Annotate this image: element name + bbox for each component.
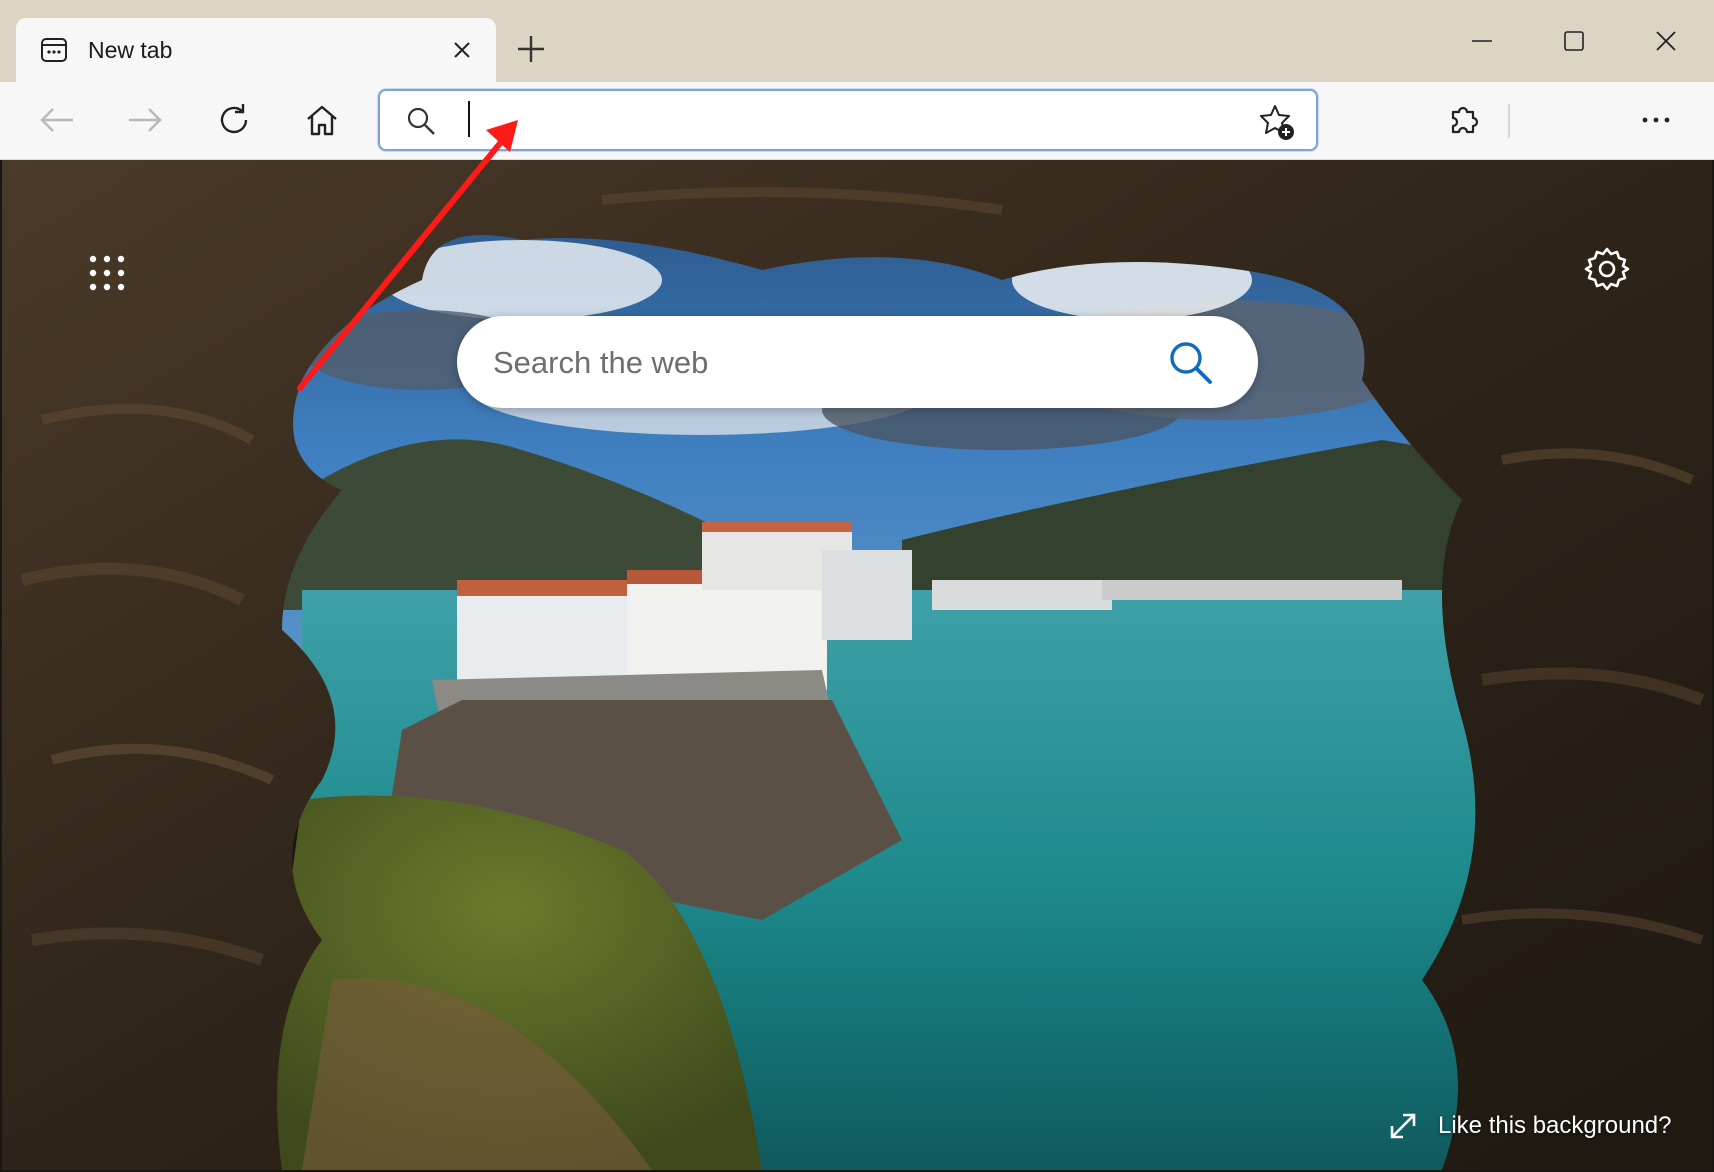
maximize-button[interactable] [1544,20,1604,62]
home-icon [307,105,337,136]
more-menu-button[interactable] [1633,97,1679,143]
tab-title: New tab [88,36,173,63]
web-search-box[interactable] [457,316,1258,408]
maximize-icon [1564,31,1584,51]
extensions-button[interactable] [1440,97,1486,143]
plus-icon [518,36,544,62]
add-favorite-icon[interactable] [1258,103,1296,141]
title-bar: New tab [0,0,1714,82]
address-bar[interactable] [378,89,1318,151]
refresh-button[interactable] [211,97,257,143]
browser-toolbar [0,82,1714,160]
close-tab-icon[interactable] [446,34,478,66]
like-background-label: Like this background? [1438,1112,1672,1139]
forward-arrow-icon [129,108,162,132]
expand-icon [1390,1113,1416,1139]
extensions-icon [1451,106,1479,134]
like-background-button[interactable]: Like this background? [1388,1106,1671,1146]
text-caret [468,101,470,137]
background-image [2,160,1712,1170]
minimize-icon [1472,40,1492,42]
refresh-icon [220,104,248,134]
search-icon [407,107,435,135]
new-tab-page-icon [38,34,70,66]
new-tab-button[interactable] [512,30,550,68]
search-icon[interactable] [1166,338,1214,386]
apps-grid-icon[interactable] [82,248,132,298]
home-button[interactable] [299,97,345,143]
minimize-button[interactable] [1452,20,1512,62]
web-search-input[interactable] [491,336,1155,390]
more-menu-icon [1642,117,1670,123]
back-arrow-icon [40,108,73,132]
address-input[interactable] [466,97,1230,145]
new-tab-page: Like this background? [2,160,1712,1170]
settings-gear-icon[interactable] [1582,244,1632,294]
close-window-button[interactable] [1636,20,1696,62]
active-tab[interactable]: New tab [16,18,496,82]
close-icon [1656,31,1676,51]
forward-button[interactable] [122,97,168,143]
toolbar-divider [1508,104,1510,138]
back-button[interactable] [34,97,80,143]
